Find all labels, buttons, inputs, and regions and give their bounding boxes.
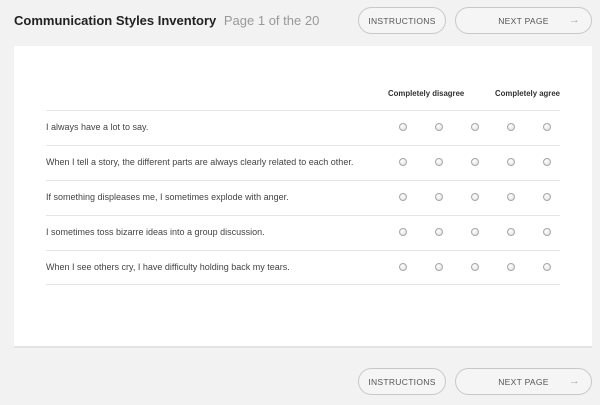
- question-text: When I tell a story, the different parts…: [46, 157, 354, 167]
- radio-option-1[interactable]: [399, 193, 407, 201]
- instructions-button-top[interactable]: INSTRUCTIONS: [358, 7, 446, 34]
- radio-option-5[interactable]: [543, 263, 551, 271]
- question-text: I sometimes toss bizarre ideas into a gr…: [46, 227, 265, 237]
- radio-option-2[interactable]: [435, 193, 443, 201]
- scale-label-agree: Completely agree: [495, 89, 560, 98]
- instructions-button-label: INSTRUCTIONS: [368, 15, 436, 26]
- page-title: Communication Styles Inventory Page 1 of…: [14, 13, 319, 28]
- next-page-button-bottom[interactable]: NEXT PAGE →: [455, 368, 592, 395]
- radio-option-3[interactable]: [471, 193, 479, 201]
- instructions-button-bottom[interactable]: INSTRUCTIONS: [358, 368, 446, 395]
- radio-option-5[interactable]: [543, 123, 551, 131]
- radio-option-4[interactable]: [507, 123, 515, 131]
- radio-option-4[interactable]: [507, 228, 515, 236]
- question-text: When I see others cry, I have difficulty…: [46, 262, 290, 272]
- question-row: I sometimes toss bizarre ideas into a gr…: [46, 215, 560, 250]
- question-row: I always have a lot to say.: [46, 110, 560, 145]
- question-row: When I see others cry, I have difficulty…: [46, 250, 560, 285]
- next-page-button-label: NEXT PAGE: [498, 376, 549, 387]
- radio-option-3[interactable]: [471, 263, 479, 271]
- page-indicator: Page 1 of the 20: [223, 13, 320, 28]
- radio-option-3[interactable]: [471, 158, 479, 166]
- radio-option-1[interactable]: [399, 228, 407, 236]
- radio-option-2[interactable]: [435, 123, 443, 131]
- radio-option-2[interactable]: [435, 228, 443, 236]
- question-text: I always have a lot to say.: [46, 122, 149, 132]
- radio-option-3[interactable]: [471, 123, 479, 131]
- radio-option-5[interactable]: [543, 228, 551, 236]
- radio-option-5[interactable]: [543, 158, 551, 166]
- radio-option-2[interactable]: [435, 158, 443, 166]
- arrow-right-icon: →: [568, 375, 580, 387]
- radio-option-5[interactable]: [543, 193, 551, 201]
- question-text: If something displeases me, I sometimes …: [46, 192, 289, 202]
- radio-option-1[interactable]: [399, 123, 407, 131]
- radio-option-4[interactable]: [507, 263, 515, 271]
- radio-option-4[interactable]: [507, 158, 515, 166]
- question-row: When I tell a story, the different parts…: [46, 145, 560, 180]
- scale-label-disagree: Completely disagree: [388, 89, 465, 98]
- page-header: Communication Styles Inventory Page 1 of…: [0, 0, 600, 44]
- next-page-button-top[interactable]: NEXT PAGE →: [455, 7, 592, 34]
- next-page-button-label: NEXT PAGE: [498, 15, 549, 26]
- questionnaire-card: Completely disagree Completely agree I a…: [14, 46, 592, 348]
- question-row: If something displeases me, I sometimes …: [46, 180, 560, 215]
- arrow-right-icon: →: [568, 14, 580, 26]
- question-list: I always have a lot to say. When I tell …: [46, 110, 560, 285]
- radio-option-3[interactable]: [471, 228, 479, 236]
- instructions-button-label: INSTRUCTIONS: [368, 376, 436, 387]
- radio-option-2[interactable]: [435, 263, 443, 271]
- survey-title: Communication Styles Inventory: [14, 13, 217, 28]
- radio-option-4[interactable]: [507, 193, 515, 201]
- radio-option-1[interactable]: [399, 263, 407, 271]
- radio-option-1[interactable]: [399, 158, 407, 166]
